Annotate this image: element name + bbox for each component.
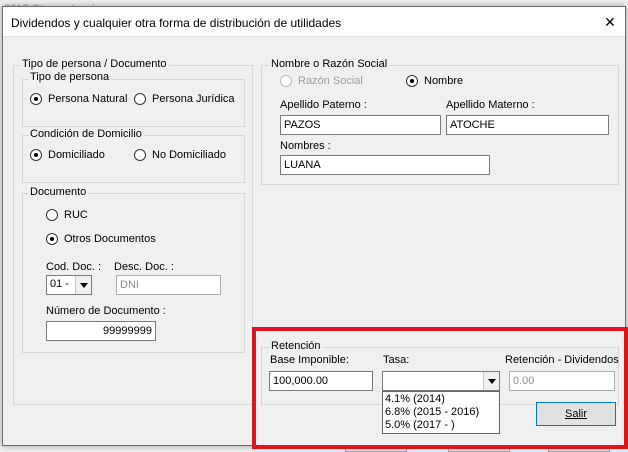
cod-doc-label: Cod. Doc. : xyxy=(46,261,102,273)
apellido-paterno-field[interactable]: PAZOS xyxy=(280,115,441,135)
radio-no-domiciliado-label: No Domiciliado xyxy=(152,149,226,161)
radio-selected-icon xyxy=(30,93,42,105)
nombre-razon-social-legend: Nombre o Razón Social xyxy=(269,58,390,70)
radio-otros-documentos[interactable]: Otros Documentos xyxy=(46,233,156,245)
radio-selected-icon xyxy=(30,149,42,161)
cod-doc-value: 01 - xyxy=(50,278,69,290)
radio-nombre-label: Nombre xyxy=(424,75,464,87)
apellido-materno-label: Apellido Materno : xyxy=(446,99,535,111)
radio-nombre[interactable]: Nombre xyxy=(406,75,463,87)
radio-ruc[interactable]: RUC xyxy=(46,209,88,221)
documento-legend: Documento xyxy=(28,186,89,198)
radio-no-domiciliado[interactable]: No Domiciliado xyxy=(134,149,226,161)
dialog-title: Dividendos y cualquier otra forma de dis… xyxy=(11,16,342,30)
radio-unselected-icon xyxy=(134,93,146,105)
radio-ruc-label: RUC xyxy=(64,209,88,221)
radio-otros-documentos-label: Otros Documentos xyxy=(64,233,156,245)
radio-domiciliado-label: Domiciliado xyxy=(48,149,105,161)
radio-persona-juridica[interactable]: Persona Jurídica xyxy=(134,93,235,105)
close-icon[interactable]: ✕ xyxy=(599,11,621,33)
radio-persona-natural-label: Persona Natural xyxy=(48,93,128,105)
radio-razon-social-label: Razón Social xyxy=(298,75,363,87)
radio-unselected-icon xyxy=(46,209,58,221)
radio-unselected-icon xyxy=(134,149,146,161)
numero-documento-label: Número de Documento : xyxy=(46,305,166,317)
cod-doc-select[interactable]: 01 - xyxy=(46,275,92,295)
numero-documento-field[interactable]: 99999999 xyxy=(46,321,156,341)
apellido-materno-field[interactable]: ATOCHE xyxy=(446,115,609,135)
condicion-domicilio-legend: Condición de Domicilio xyxy=(28,128,144,140)
chevron-down-icon[interactable] xyxy=(75,276,91,294)
desc-doc-field[interactable]: DNI xyxy=(116,275,221,295)
nombres-label: Nombres : xyxy=(280,140,331,152)
radio-razon-social[interactable]: Razón Social xyxy=(280,75,363,87)
radio-selected-icon xyxy=(46,233,58,245)
dialog-titlebar: Dividendos y cualquier otra forma de dis… xyxy=(3,7,625,37)
nombres-field[interactable]: LUANA xyxy=(280,155,490,175)
desc-doc-label: Desc. Doc. : xyxy=(114,261,174,273)
radio-persona-juridica-label: Persona Jurídica xyxy=(152,93,235,105)
highlight-frame xyxy=(252,327,628,449)
tipo-persona-legend: Tipo de persona xyxy=(28,71,112,83)
tipo-persona-documento-legend: Tipo de persona / Documento xyxy=(20,58,169,70)
radio-selected-icon xyxy=(406,75,418,87)
radio-domiciliado[interactable]: Domiciliado xyxy=(30,149,105,161)
apellido-paterno-label: Apellido Paterno : xyxy=(280,99,367,111)
radio-persona-natural[interactable]: Persona Natural xyxy=(30,93,128,105)
radio-unselected-icon xyxy=(280,75,292,87)
